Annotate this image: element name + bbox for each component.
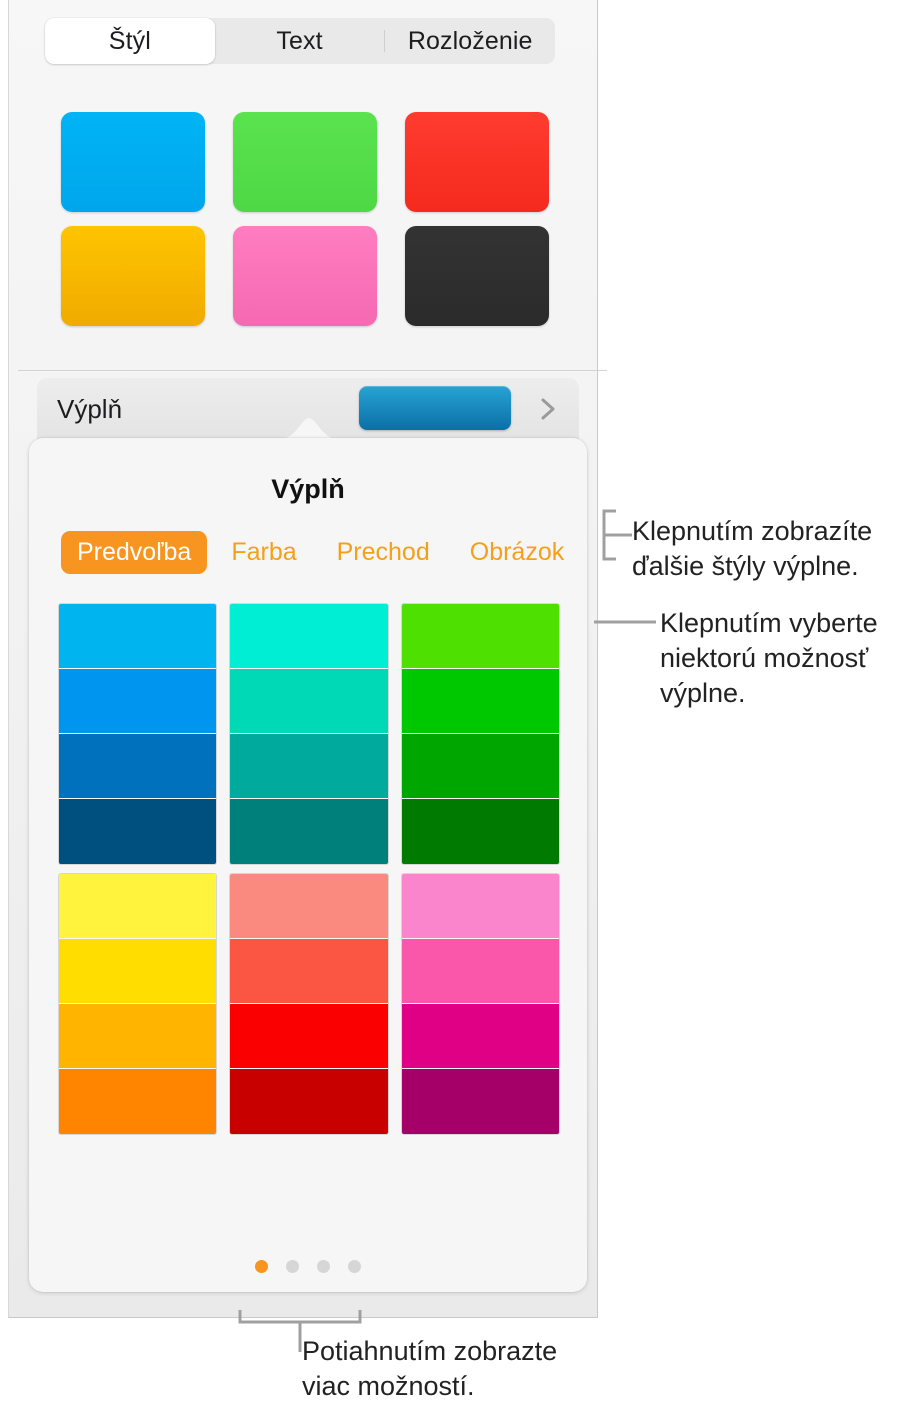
page-dot[interactable] [286, 1260, 299, 1273]
page-dot[interactable] [255, 1260, 268, 1273]
color-swatch[interactable] [401, 939, 559, 1004]
color-swatch[interactable] [230, 734, 388, 799]
callout-1-line-1: Klepnutím zobrazíte [632, 516, 873, 546]
popover-body: Výplň Predvoľba Farba Prechod Obrázok [29, 438, 587, 1292]
callout-2-line-3: výplne. [660, 678, 746, 709]
popover-tab-color[interactable]: Farba [215, 531, 312, 574]
color-swatch[interactable] [401, 874, 559, 939]
swatch-column-teal [230, 604, 388, 864]
color-swatch[interactable] [230, 669, 388, 734]
callout-3-line-1: Potiahnutím zobrazte [302, 1336, 558, 1366]
color-swatch[interactable] [59, 939, 217, 1004]
swatch-block-warm [59, 874, 559, 1134]
color-swatch[interactable] [59, 1069, 217, 1134]
callout-2-line-2: niektorú možnosť [660, 643, 869, 674]
popover-tab-gradient-label: Prechod [336, 537, 430, 566]
page-dots[interactable] [29, 1260, 587, 1273]
popover-tab-color-label: Farba [231, 537, 297, 566]
swatch-column-green [401, 604, 559, 864]
popover-tab-preset-label: Predvoľba [77, 537, 192, 566]
page-dot[interactable] [348, 1260, 361, 1273]
page-dot[interactable] [317, 1260, 330, 1273]
tab-layout[interactable]: Rozloženie [385, 18, 555, 64]
section-divider [18, 370, 607, 371]
color-swatch[interactable] [59, 1004, 217, 1069]
color-swatch[interactable] [59, 669, 217, 734]
top-segmented-control[interactable]: Štýl Text Rozloženie [45, 18, 555, 64]
swatch-column-pink-magenta [401, 874, 559, 1134]
color-swatch[interactable] [230, 799, 388, 864]
callout-1-line-2: ďalšie štýly výplne. [632, 551, 859, 582]
popover-tab-bar[interactable]: Predvoľba Farba Prechod Obrázok [61, 530, 564, 574]
color-swatch[interactable] [59, 799, 217, 864]
popover-tab-gradient[interactable]: Prechod [321, 531, 446, 574]
swatch-column-yellow-orange [59, 874, 217, 1134]
color-swatch[interactable] [230, 1069, 388, 1134]
swatch-column-blue [59, 604, 217, 864]
bracket-left-icon [602, 509, 636, 561]
swatch-column-red [230, 874, 388, 1134]
callout-2-line-1: Klepnutím vyberte [660, 608, 878, 638]
style-swatch-black[interactable] [405, 226, 549, 326]
tab-text-label: Text [276, 26, 323, 55]
callout-3-line-2: viac možností. [302, 1371, 475, 1402]
color-swatch[interactable] [230, 1004, 388, 1069]
tab-layout-label: Rozloženie [407, 26, 533, 55]
color-swatch[interactable] [401, 1069, 559, 1134]
color-swatch[interactable] [230, 604, 388, 669]
callout-swipe-more-options: Potiahnutím zobrazte viac možností. [302, 1334, 632, 1404]
color-swatch[interactable] [401, 1004, 559, 1069]
fill-popover: Výplň Predvoľba Farba Prechod Obrázok [29, 418, 587, 1292]
callout-choose-fill-option: Klepnutím vyberte niektorú možnosť výpln… [660, 606, 908, 711]
callout-show-more-fill-styles: Klepnutím zobrazíte ďalšie štýly výplne. [632, 514, 900, 584]
color-swatch[interactable] [401, 604, 559, 669]
swatch-block-cool [59, 604, 559, 864]
tab-text[interactable]: Text [215, 18, 385, 64]
color-swatch[interactable] [401, 734, 559, 799]
style-swatch-blue[interactable] [61, 112, 205, 212]
style-swatch-pink[interactable] [233, 226, 377, 326]
popover-title: Výplň [271, 474, 345, 504]
color-swatch[interactable] [230, 874, 388, 939]
style-swatch-grid [61, 112, 549, 326]
popover-tab-preset[interactable]: Predvoľba [61, 530, 208, 574]
style-swatch-red[interactable] [405, 112, 549, 212]
color-swatch[interactable] [59, 604, 217, 669]
color-swatch[interactable] [230, 939, 388, 1004]
color-swatch[interactable] [401, 669, 559, 734]
popover-tab-image-label: Obrázok [469, 537, 565, 566]
color-swatch[interactable] [401, 799, 559, 864]
popover-tab-image[interactable]: Obrázok [454, 531, 580, 574]
leader-line-icon [594, 620, 656, 624]
popover-notch [281, 418, 337, 439]
style-swatch-green[interactable] [233, 112, 377, 212]
color-swatch[interactable] [59, 734, 217, 799]
style-swatch-yellow[interactable] [61, 226, 205, 326]
color-swatch[interactable] [59, 874, 217, 939]
tab-style[interactable]: Štýl [45, 18, 215, 64]
tab-style-label: Štýl [108, 26, 151, 55]
format-inspector-panel: Štýl Text Rozloženie Výplň Výplň Predvoľ… [8, 0, 607, 1318]
